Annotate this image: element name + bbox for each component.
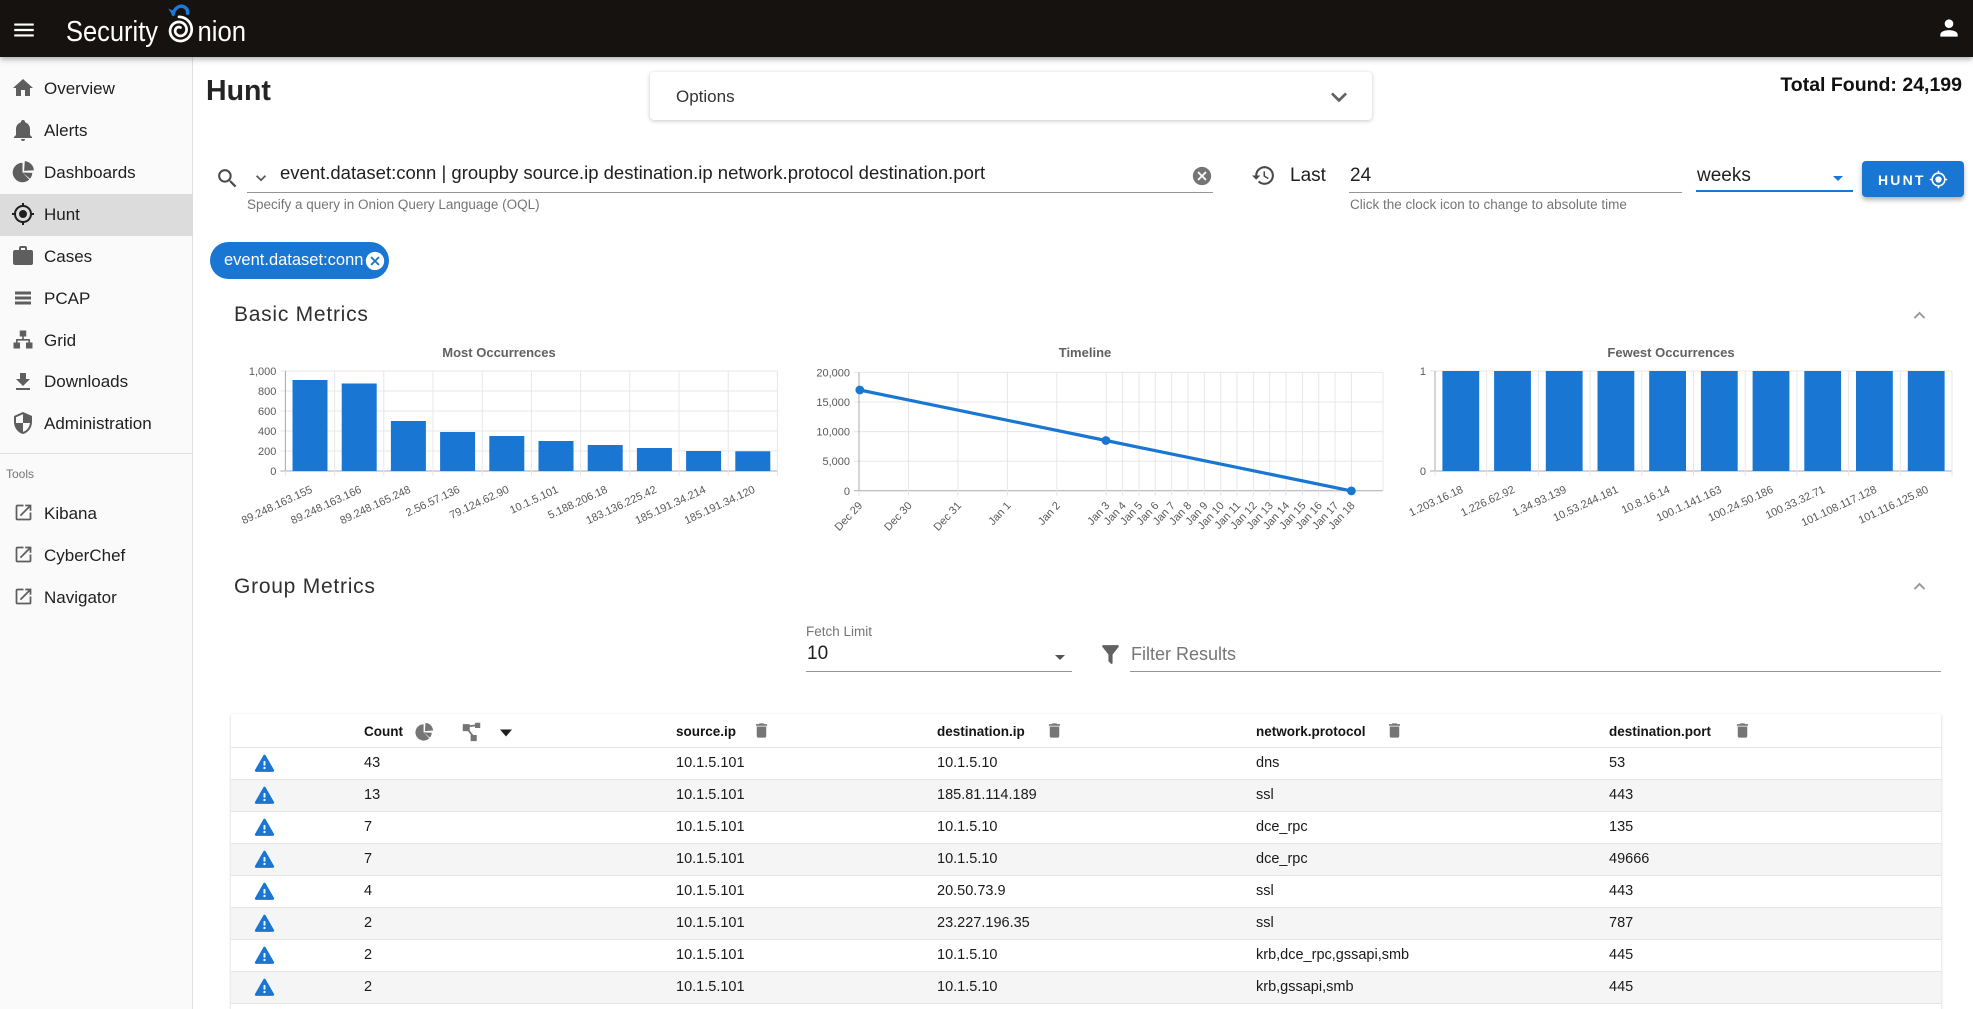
svg-text:0: 0 (844, 486, 850, 498)
svg-text:Jan 2: Jan 2 (1036, 500, 1063, 528)
svg-text:5,000: 5,000 (822, 456, 850, 468)
svg-text:Fewest Occurrences: Fewest Occurrences (1607, 345, 1734, 360)
svg-text:1.226.62.92: 1.226.62.92 (1459, 484, 1517, 519)
svg-text:1: 1 (1420, 366, 1426, 378)
svg-text:Most Occurrences: Most Occurrences (442, 345, 555, 360)
svg-text:Timeline: Timeline (1059, 345, 1112, 360)
svg-text:Jan 1: Jan 1 (986, 500, 1013, 528)
svg-text:Dec 31: Dec 31 (932, 500, 965, 534)
svg-text:0: 0 (1420, 466, 1426, 478)
svg-text:Security: Security (66, 16, 159, 48)
svg-text:400: 400 (258, 426, 276, 438)
svg-text:1.203.16.18: 1.203.16.18 (1407, 484, 1465, 519)
svg-text:Dec 29: Dec 29 (833, 500, 866, 534)
svg-text:10,000: 10,000 (816, 427, 850, 439)
svg-text:15,000: 15,000 (816, 397, 850, 409)
svg-text:20,000: 20,000 (816, 367, 850, 379)
svg-text:Dec 30: Dec 30 (882, 500, 915, 534)
svg-text:0: 0 (270, 466, 276, 478)
svg-text:600: 600 (258, 406, 276, 418)
svg-text:nion: nion (198, 16, 247, 48)
svg-text:800: 800 (258, 386, 276, 398)
svg-text:1,000: 1,000 (249, 366, 277, 378)
svg-text:200: 200 (258, 446, 276, 458)
